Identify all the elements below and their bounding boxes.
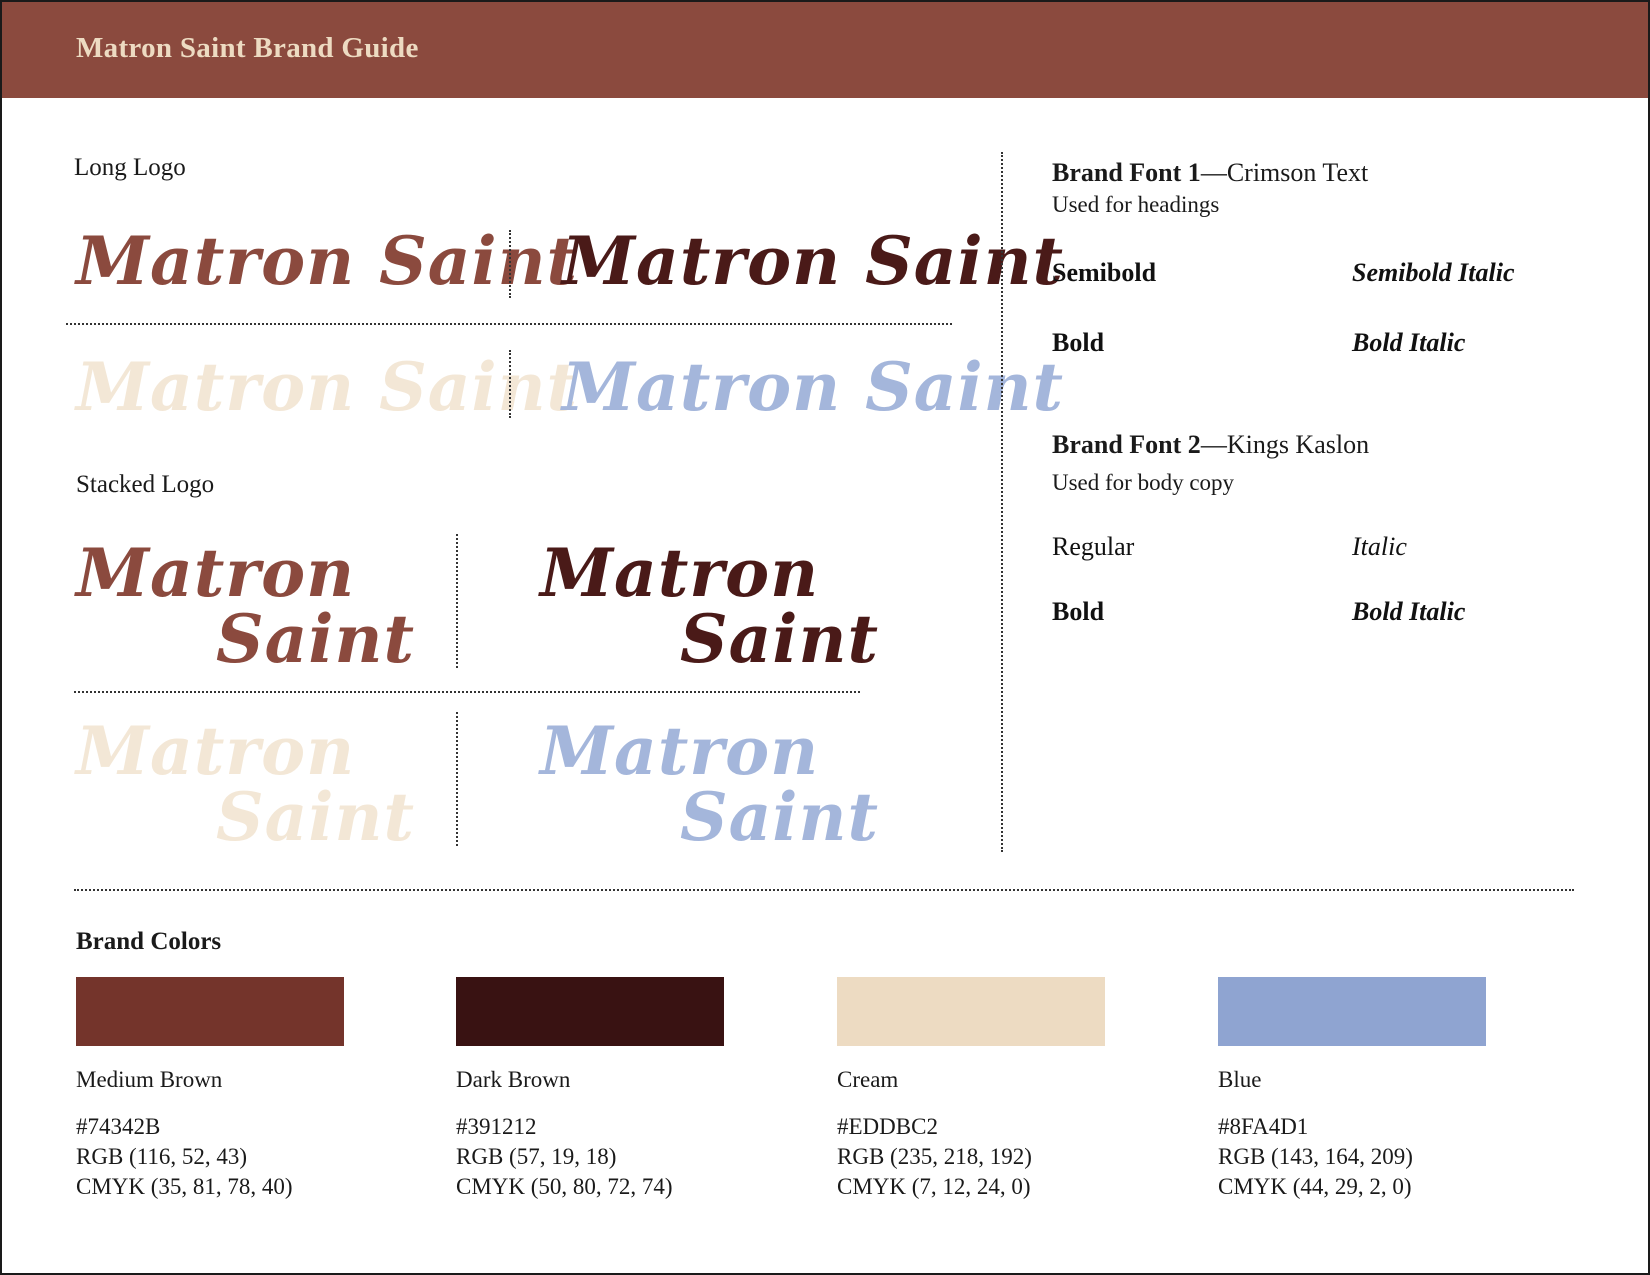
color-name-blue: Blue [1218,1067,1262,1092]
brand-font-1-heading: Brand Font 1—Crimson Text [1052,158,1368,188]
long-logo-dark-brown: Matron Saint [562,222,1065,300]
font-1-semibold-italic-sample: Semibold Italic [1352,258,1515,287]
stacked-logo-divider-top [456,534,458,668]
color-cmyk: CMYK (35, 81, 78, 40) [76,1174,293,1199]
color-cmyk: CMYK (7, 12, 24, 0) [837,1174,1031,1199]
long-logo-cream: Matron Saint [76,348,579,426]
color-spec-medium-brown: #74342B RGB (116, 52, 43) CMYK (35, 81, … [76,1112,293,1202]
swatch-dark-brown [456,977,724,1046]
color-hex: #EDDBC2 [837,1114,938,1139]
color-spec-dark-brown: #391212 RGB (57, 19, 18) CMYK (50, 80, 7… [456,1112,673,1202]
color-cmyk: CMYK (44, 29, 2, 0) [1218,1174,1412,1199]
stacked-logo-divider-horizontal [74,691,860,693]
font-1-semibold-sample: Semibold [1052,258,1157,287]
stacked-logo-label: Stacked Logo [76,471,215,498]
brand-font-2-usage: Used for body copy [1052,470,1235,495]
color-rgb: RGB (143, 164, 209) [1218,1144,1413,1169]
color-rgb: RGB (235, 218, 192) [837,1144,1032,1169]
long-logo-divider-horizontal [66,323,952,325]
swatch-medium-brown [76,977,344,1046]
stacked-logo-blue-line2: Saint [680,778,879,856]
color-spec-cream: #EDDBC2 RGB (235, 218, 192) CMYK (7, 12,… [837,1112,1032,1202]
stacked-logo-medium-brown-line1: Matron [76,534,356,612]
stacked-logo-divider-bottom [456,712,458,846]
long-logo-label: Long Logo [74,154,186,181]
brand-colors-label: Brand Colors [76,928,222,955]
font-2-regular-sample: Regular [1052,532,1135,561]
stacked-logo-cream-line2: Saint [216,778,415,856]
long-logo-blue: Matron Saint [562,348,1065,426]
brand-font-1-name: —Crimson Text [1200,158,1369,187]
brand-colors-divider [74,889,1574,891]
color-rgb: RGB (57, 19, 18) [456,1144,617,1169]
long-logo-medium-brown: Matron Saint [76,222,579,300]
color-hex: #74342B [76,1114,161,1139]
column-divider [1001,152,1003,852]
swatch-blue [1218,977,1486,1046]
color-name-medium-brown: Medium Brown [76,1067,223,1092]
page-title: Matron Saint Brand Guide [76,32,419,64]
color-hex: #8FA4D1 [1218,1114,1309,1139]
swatch-cream [837,977,1105,1046]
brand-font-2-name: —Kings Kaslon [1200,430,1370,459]
brand-font-2-label: Brand Font 2 [1052,430,1201,459]
font-1-bold-italic-sample: Bold Italic [1352,328,1466,357]
long-logo-divider-bottom [509,350,511,418]
brand-font-1-usage: Used for headings [1052,192,1220,217]
font-2-italic-sample: Italic [1352,532,1407,561]
color-spec-blue: #8FA4D1 RGB (143, 164, 209) CMYK (44, 29… [1218,1112,1413,1202]
color-name-dark-brown: Dark Brown [456,1067,571,1092]
color-cmyk: CMYK (50, 80, 72, 74) [456,1174,673,1199]
font-2-bold-sample: Bold [1052,597,1105,626]
stacked-logo-medium-brown-line2: Saint [216,600,415,678]
font-1-bold-sample: Bold [1052,328,1105,357]
stacked-logo-dark-brown-line2: Saint [680,600,879,678]
header-bar: Matron Saint Brand Guide [2,2,1648,98]
color-hex: #391212 [456,1114,537,1139]
stacked-logo-cream-line1: Matron [76,712,356,790]
stacked-logo-blue-line1: Matron [540,712,820,790]
color-rgb: RGB (116, 52, 43) [76,1144,248,1169]
font-2-bold-italic-sample: Bold Italic [1352,597,1466,626]
long-logo-divider-top [509,230,511,298]
brand-font-1-label: Brand Font 1 [1052,158,1201,187]
color-name-cream: Cream [837,1067,899,1092]
brand-font-2-heading: Brand Font 2—Kings Kaslon [1052,430,1369,460]
stacked-logo-dark-brown-line1: Matron [540,534,820,612]
